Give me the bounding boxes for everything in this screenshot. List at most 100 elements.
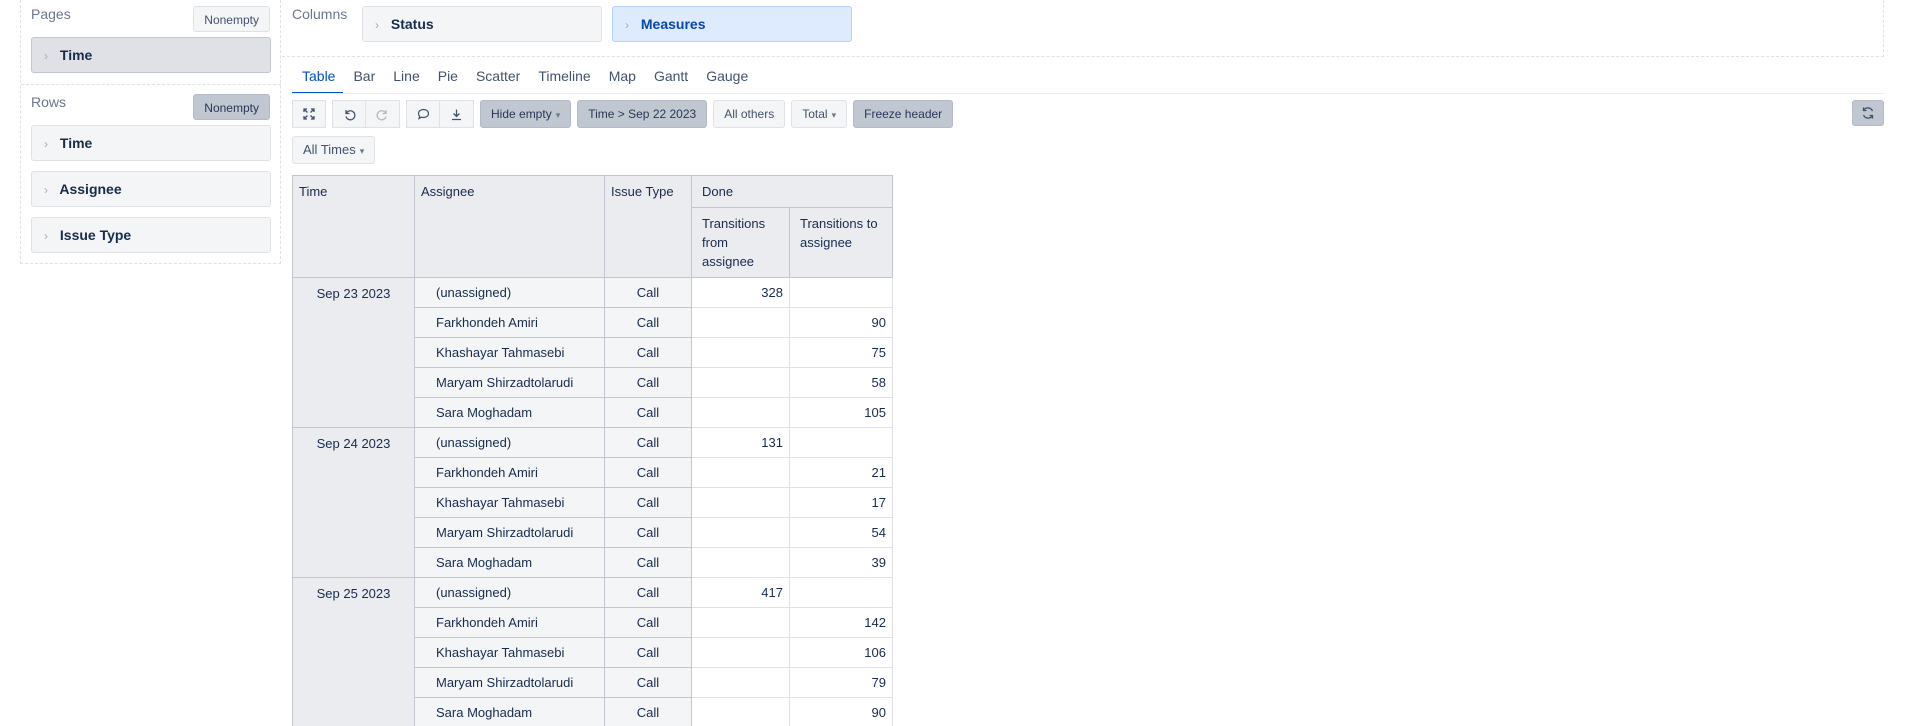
comment-icon[interactable] xyxy=(406,100,440,128)
row-header-issue-type[interactable]: Call xyxy=(604,577,692,608)
cell-transitions-from[interactable] xyxy=(691,517,790,548)
cell-transitions-to[interactable] xyxy=(789,427,893,458)
refresh-button[interactable] xyxy=(1852,100,1884,126)
columns-dimension-measures[interactable]: › Measures xyxy=(612,6,852,42)
column-header-transitions-from[interactable]: Transitions from assignee xyxy=(691,207,790,278)
row-header-assignee[interactable]: Sara Moghadam xyxy=(414,697,605,726)
row-header-time[interactable]: Sep 25 2023 xyxy=(292,577,415,726)
row-header-assignee[interactable]: Sara Moghadam xyxy=(414,547,605,578)
cell-transitions-to[interactable]: 58 xyxy=(789,367,893,398)
cell-transitions-from[interactable] xyxy=(691,697,790,726)
cell-transitions-from[interactable] xyxy=(691,457,790,488)
pages-dimension-time[interactable]: › Time xyxy=(31,37,271,73)
tab-gauge[interactable]: Gauge xyxy=(696,66,756,94)
row-header-assignee[interactable]: (unassigned) xyxy=(414,427,605,458)
row-header-issue-type[interactable]: Call xyxy=(604,337,692,368)
row-header-issue-type[interactable]: Call xyxy=(604,277,692,308)
row-header-issue-type[interactable]: Call xyxy=(604,427,692,458)
cell-transitions-to[interactable]: 17 xyxy=(789,487,893,518)
pages-nonempty-button[interactable]: Nonempty xyxy=(193,6,270,32)
tab-scatter[interactable]: Scatter xyxy=(466,66,528,94)
undo-icon[interactable] xyxy=(332,100,366,128)
row-header-issue-type[interactable]: Call xyxy=(604,667,692,698)
rows-dimension-time[interactable]: › Time xyxy=(31,125,271,161)
rows-nonempty-button[interactable]: Nonempty xyxy=(193,94,270,120)
tab-table[interactable]: Table xyxy=(292,66,344,94)
cell-transitions-to[interactable]: 54 xyxy=(789,517,893,548)
tab-bar[interactable]: Bar xyxy=(343,66,383,94)
table-row: Sep 23 2023 (unassigned) Call 328 xyxy=(292,277,893,428)
column-header-assignee[interactable]: Assignee xyxy=(414,175,605,278)
cell-transitions-from[interactable] xyxy=(691,667,790,698)
cell-transitions-from[interactable] xyxy=(691,337,790,368)
cell-transitions-to[interactable] xyxy=(789,277,893,308)
row-header-issue-type[interactable]: Call xyxy=(604,517,692,548)
rows-dimension-assignee[interactable]: › Assignee xyxy=(31,171,271,207)
cell-transitions-to[interactable]: 90 xyxy=(789,307,893,338)
row-header-issue-type[interactable]: Call xyxy=(604,487,692,518)
row-header-issue-type[interactable]: Call xyxy=(604,607,692,638)
cell-transitions-to[interactable]: 75 xyxy=(789,337,893,368)
row-header-assignee[interactable]: (unassigned) xyxy=(414,277,605,308)
row-header-assignee[interactable]: Maryam Shirzadtolarudi xyxy=(414,517,605,548)
cell-transitions-from[interactable]: 131 xyxy=(691,427,790,458)
time-filter-button[interactable]: Time > Sep 22 2023 xyxy=(577,100,708,128)
time-member-dropdown[interactable]: All Times ▾ xyxy=(292,136,376,164)
row-header-issue-type[interactable]: Call xyxy=(604,367,692,398)
row-header-assignee[interactable]: Khashayar Tahmasebi xyxy=(414,487,605,518)
tab-gantt[interactable]: Gantt xyxy=(644,66,696,94)
row-header-time[interactable]: Sep 23 2023 xyxy=(292,277,415,428)
tab-pie[interactable]: Pie xyxy=(428,66,466,94)
row-header-issue-type[interactable]: Call xyxy=(604,637,692,668)
column-header-issue-type[interactable]: Issue Type xyxy=(604,175,692,278)
row-header-assignee[interactable]: Khashayar Tahmasebi xyxy=(414,637,605,668)
cell-transitions-from[interactable] xyxy=(691,547,790,578)
row-header-issue-type[interactable]: Call xyxy=(604,307,692,338)
row-header-assignee[interactable]: (unassigned) xyxy=(414,577,605,608)
cell-transitions-from[interactable] xyxy=(691,397,790,428)
column-header-time[interactable]: Time xyxy=(292,175,415,278)
all-others-button[interactable]: All others xyxy=(713,100,786,128)
row-header-assignee[interactable]: Sara Moghadam xyxy=(414,397,605,428)
row-header-issue-type[interactable]: Call xyxy=(604,697,692,726)
cell-transitions-to[interactable]: 39 xyxy=(789,547,893,578)
cell-transitions-to[interactable]: 142 xyxy=(789,607,893,638)
row-header-assignee[interactable]: Maryam Shirzadtolarudi xyxy=(414,667,605,698)
cell-transitions-to[interactable] xyxy=(789,577,893,608)
column-header-status-done[interactable]: Done xyxy=(691,175,893,208)
hide-empty-dropdown[interactable]: Hide empty ▾ xyxy=(480,100,572,128)
cell-transitions-to[interactable]: 105 xyxy=(789,397,893,428)
cell-transitions-from[interactable] xyxy=(691,637,790,668)
cell-transitions-to[interactable]: 21 xyxy=(789,457,893,488)
row-header-assignee[interactable]: Khashayar Tahmasebi xyxy=(414,337,605,368)
redo-icon[interactable] xyxy=(366,100,400,128)
row-header-issue-type[interactable]: Call xyxy=(604,457,692,488)
row-header-time[interactable]: Sep 24 2023 xyxy=(292,427,415,578)
cell-transitions-to[interactable]: 90 xyxy=(789,697,893,726)
cell-transitions-to[interactable]: 79 xyxy=(789,667,893,698)
row-header-assignee[interactable]: Farkhondeh Amiri xyxy=(414,457,605,488)
columns-dimension-status[interactable]: › Status xyxy=(362,6,602,42)
rows-dimension-issue-type[interactable]: › Issue Type xyxy=(31,217,271,253)
expand-icon[interactable] xyxy=(292,100,326,128)
cell-transitions-from[interactable] xyxy=(691,607,790,638)
row-header-issue-type[interactable]: Call xyxy=(604,397,692,428)
row-header-assignee[interactable]: Farkhondeh Amiri xyxy=(414,307,605,338)
tab-map[interactable]: Map xyxy=(599,66,644,94)
total-dropdown[interactable]: Total ▾ xyxy=(791,100,848,128)
cell-transitions-from[interactable]: 328 xyxy=(691,277,790,308)
freeze-header-button[interactable]: Freeze header xyxy=(853,100,954,128)
cell-transitions-from[interactable]: 417 xyxy=(691,577,790,608)
row-header-issue-type[interactable]: Call xyxy=(604,547,692,578)
cell-transitions-from[interactable] xyxy=(691,487,790,518)
cell-transitions-from[interactable] xyxy=(691,307,790,338)
cell-transitions-from[interactable] xyxy=(691,367,790,398)
cell-transitions-to[interactable]: 106 xyxy=(789,637,893,668)
export-icon[interactable] xyxy=(440,100,474,128)
refresh-icon xyxy=(1862,107,1874,119)
tab-line[interactable]: Line xyxy=(383,66,427,94)
column-header-transitions-to[interactable]: Transitions to assignee xyxy=(789,207,893,278)
row-header-assignee[interactable]: Farkhondeh Amiri xyxy=(414,607,605,638)
tab-timeline[interactable]: Timeline xyxy=(528,66,598,94)
row-header-assignee[interactable]: Maryam Shirzadtolarudi xyxy=(414,367,605,398)
